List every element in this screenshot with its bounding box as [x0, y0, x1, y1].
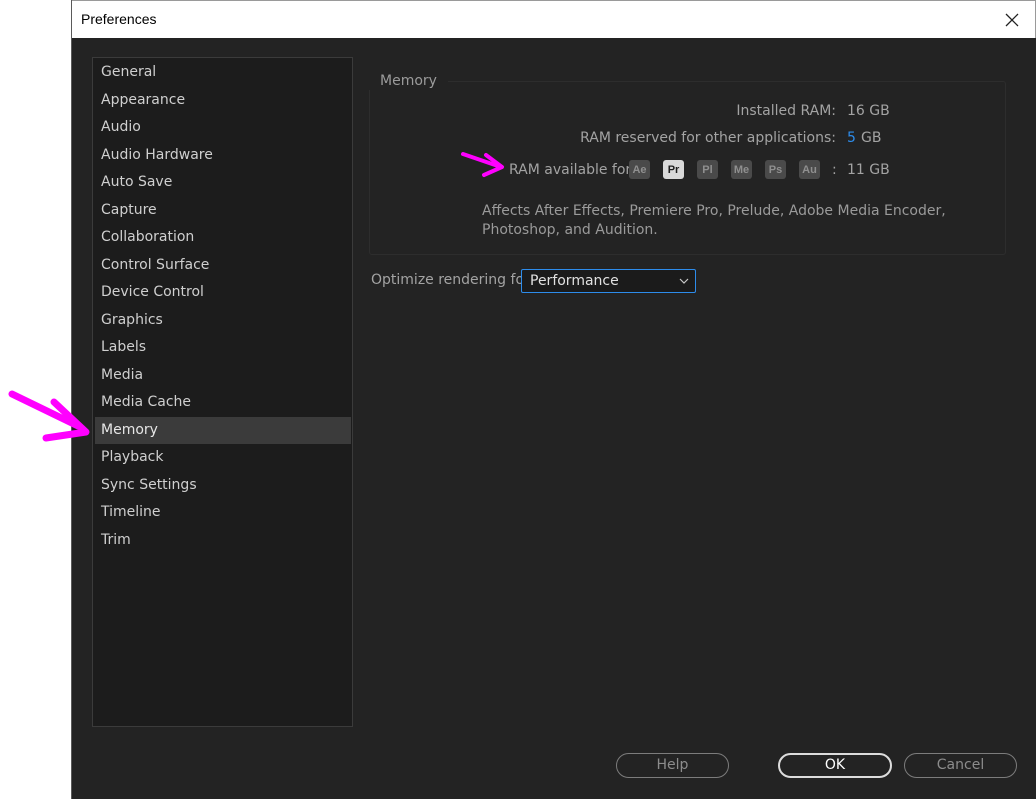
- memory-group-title: Memory: [369, 73, 448, 90]
- sidebar-item-auto-save[interactable]: Auto Save: [95, 169, 351, 196]
- sidebar-item-label: Trim: [101, 532, 131, 548]
- sidebar-item-label: Sync Settings: [101, 477, 197, 493]
- installed-ram-value: 16 GB: [847, 103, 890, 119]
- app-badge-au: Au: [799, 160, 820, 179]
- ram-reserved-value[interactable]: 5: [847, 130, 856, 146]
- optimize-rendering-dropdown[interactable]: Performance: [521, 269, 696, 293]
- preferences-sidebar: General Appearance Audio Audio Hardware …: [92, 57, 353, 727]
- sidebar-item-label: Media Cache: [101, 394, 192, 410]
- sidebar-item-label: Playback: [101, 449, 164, 465]
- app-badge-ps: Ps: [765, 160, 786, 179]
- ram-reserved-unit: GB: [861, 130, 882, 146]
- chevron-down-icon: [679, 270, 689, 300]
- sidebar-item-label: Control Surface: [101, 257, 210, 273]
- sidebar-item-trim[interactable]: Trim: [95, 527, 351, 554]
- sidebar-item-label: Appearance: [101, 92, 186, 108]
- sidebar-item-label: Media: [101, 367, 144, 383]
- sidebar-item-labels[interactable]: Labels: [95, 334, 351, 361]
- sidebar-item-label: Memory: [101, 422, 158, 438]
- sidebar-item-media-cache[interactable]: Media Cache: [95, 389, 351, 416]
- memory-note-line1: Affects After Effects, Premiere Pro, Pre…: [482, 203, 946, 219]
- optimize-rendering-value: Performance: [530, 273, 619, 289]
- window-title: Preferences: [81, 11, 157, 27]
- sidebar-item-label: Capture: [101, 202, 157, 218]
- ram-available-value: 11 GB: [847, 162, 890, 178]
- sidebar-item-label: Device Control: [101, 284, 204, 300]
- preferences-dialog: Preferences General Appearance Audio Aud…: [71, 0, 1036, 799]
- close-icon: [1005, 13, 1019, 27]
- sidebar-item-graphics[interactable]: Graphics: [95, 307, 351, 334]
- ram-reserved-label: RAM reserved for other applications:: [580, 130, 836, 146]
- sidebar-item-appearance[interactable]: Appearance: [95, 87, 351, 114]
- help-button[interactable]: Help: [616, 753, 729, 778]
- sidebar-item-label: Auto Save: [101, 174, 173, 190]
- sidebar-item-device-control[interactable]: Device Control: [95, 279, 351, 306]
- sidebar-item-label: Audio Hardware: [101, 147, 213, 163]
- optimize-rendering-label: Optimize rendering for:: [371, 272, 535, 288]
- annotation-arrow-icon: [8, 390, 90, 442]
- sidebar-item-control-surface[interactable]: Control Surface: [95, 252, 351, 279]
- installed-ram-label: Installed RAM:: [736, 103, 836, 119]
- sidebar-item-label: Timeline: [101, 504, 161, 520]
- sidebar-item-sync-settings[interactable]: Sync Settings: [95, 472, 351, 499]
- sidebar-item-general[interactable]: General: [95, 59, 351, 86]
- sidebar-item-collaboration[interactable]: Collaboration: [95, 224, 351, 251]
- annotation-arrow-icon: [461, 152, 504, 177]
- sidebar-item-label: Labels: [101, 339, 147, 355]
- app-badge-ae: Ae: [629, 160, 650, 179]
- sidebar-item-timeline[interactable]: Timeline: [95, 499, 351, 526]
- app-badge-pl: Pl: [697, 160, 718, 179]
- ok-button[interactable]: OK: [778, 753, 892, 778]
- ram-available-colon: :: [832, 162, 837, 178]
- memory-note-line2: Photoshop, and Audition.: [482, 222, 658, 238]
- sidebar-item-audio-hardware[interactable]: Audio Hardware: [95, 142, 351, 169]
- app-badge-me: Me: [731, 160, 752, 179]
- sidebar-item-label: Audio: [101, 119, 141, 135]
- cancel-button[interactable]: Cancel: [904, 753, 1017, 778]
- sidebar-item-audio[interactable]: Audio: [95, 114, 351, 141]
- sidebar-item-media[interactable]: Media: [95, 362, 351, 389]
- sidebar-item-label: Collaboration: [101, 229, 195, 245]
- ram-available-label: RAM available for: [509, 162, 632, 178]
- sidebar-item-capture[interactable]: Capture: [95, 197, 351, 224]
- app-badge-pr: Pr: [663, 160, 684, 179]
- sidebar-item-memory[interactable]: Memory: [95, 417, 351, 444]
- sidebar-item-label: Graphics: [101, 312, 163, 328]
- sidebar-item-label: General: [101, 64, 157, 80]
- title-bar: Preferences: [72, 0, 1036, 38]
- sidebar-item-playback[interactable]: Playback: [95, 444, 351, 471]
- close-button[interactable]: [997, 5, 1027, 35]
